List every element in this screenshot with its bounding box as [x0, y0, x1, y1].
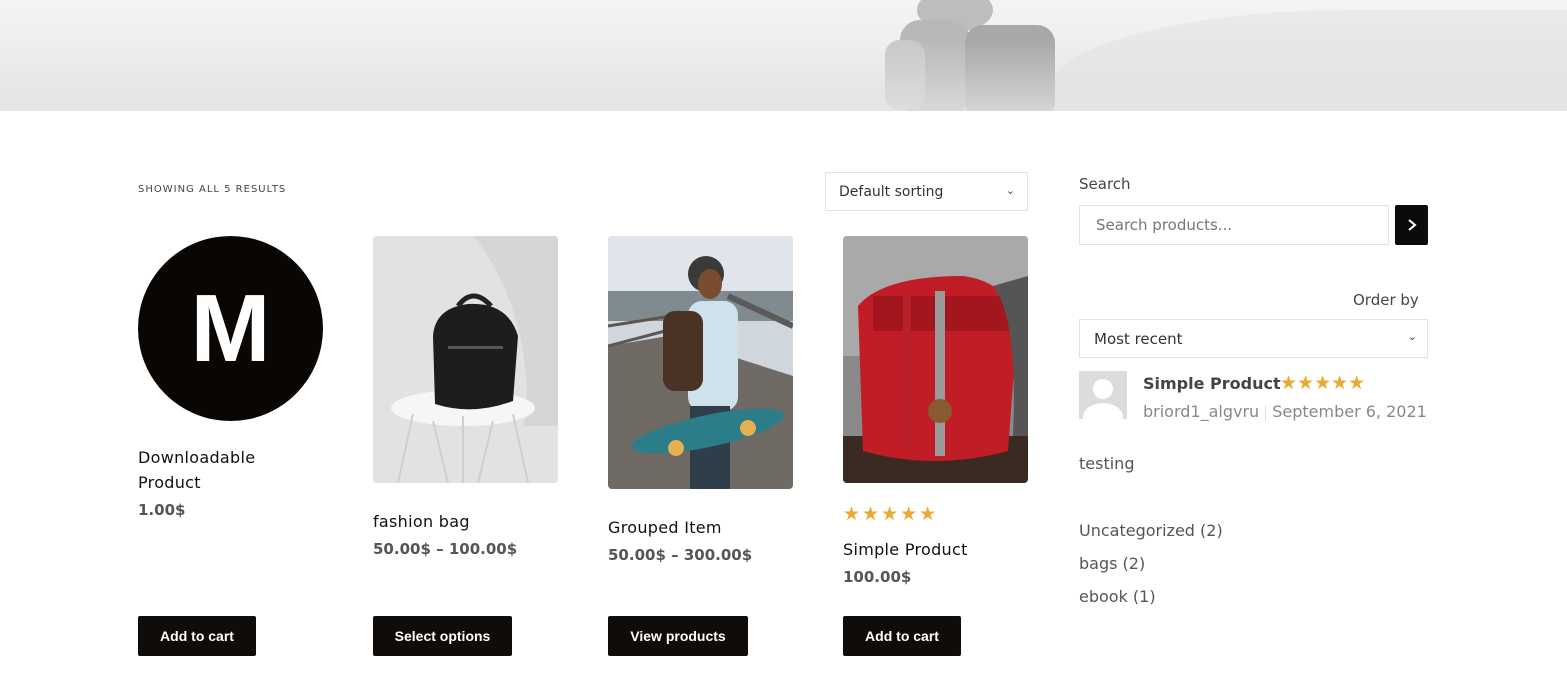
product-image-simple[interactable] [843, 236, 1028, 483]
search-button[interactable] [1395, 205, 1428, 245]
product-price: 50.00$ – 100.00$ [373, 540, 518, 558]
product-price: 100.00$ [843, 568, 912, 586]
product-image-backpack[interactable] [373, 236, 558, 483]
add-to-cart-button[interactable]: Add to cart [138, 616, 256, 656]
product-title[interactable]: Grouped Item [608, 515, 793, 540]
review-product-link[interactable]: Simple Product [1143, 374, 1281, 393]
review-author: briord1_algvru [1143, 402, 1260, 421]
user-placeholder-icon [1079, 371, 1127, 419]
category-item[interactable]: ebook (1) [1079, 587, 1223, 620]
add-to-cart-button[interactable]: Add to cart [843, 616, 961, 656]
product-image-grouped[interactable] [608, 236, 793, 489]
order-by-dropdown[interactable]: Most recent ⌄ [1079, 319, 1428, 358]
search-input[interactable] [1079, 205, 1389, 245]
product-card: fashion bag 50.00$ – 100.00$ [373, 236, 558, 558]
view-products-button[interactable]: View products [608, 616, 748, 656]
search-label: Search [1079, 175, 1131, 193]
category-item[interactable]: bags (2) [1079, 554, 1223, 587]
review-text: testing [1079, 454, 1135, 473]
product-title-line: Product [138, 473, 201, 492]
product-card: Grouped Item 50.00$ – 300.00$ [608, 236, 793, 564]
select-options-button[interactable]: Select options [373, 616, 512, 656]
logo-letter: M [190, 274, 271, 382]
hero-banner-image [0, 0, 1567, 111]
chevron-down-icon: ⌄ [1005, 184, 1015, 197]
meta-divider [1265, 404, 1267, 421]
sorting-selected: Default sorting [839, 183, 944, 200]
product-image-logo[interactable]: M [138, 236, 323, 421]
backpack-on-chair-icon [373, 236, 558, 483]
red-backpack-icon [843, 236, 1028, 483]
rating-stars: ★★★★★ [843, 503, 939, 525]
review-meta: briord1_algvru September 6, 2021 [1143, 402, 1427, 421]
product-price: 50.00$ – 300.00$ [608, 546, 753, 564]
results-count: SHOWING ALL 5 RESULTS [138, 184, 287, 195]
hero-fog [0, 40, 1567, 111]
product-title[interactable]: Downloadable Product [138, 445, 323, 495]
product-card: M Downloadable Product 1.00$ [138, 236, 323, 519]
sorting-dropdown[interactable]: Default sorting ⌄ [825, 172, 1028, 211]
product-title[interactable]: Simple Product [843, 537, 1028, 562]
order-selected: Most recent [1094, 329, 1183, 348]
review-date: September 6, 2021 [1272, 402, 1427, 421]
product-title-line: Downloadable [138, 448, 256, 467]
avatar [1079, 371, 1127, 419]
category-list: Uncategorized (2) bags (2) ebook (1) [1079, 521, 1223, 620]
order-by-label: Order by [1353, 291, 1419, 309]
category-item[interactable]: Uncategorized (2) [1079, 521, 1223, 554]
product-price: 1.00$ [138, 501, 186, 519]
woman-with-skateboard-icon [608, 236, 793, 489]
product-title[interactable]: fashion bag [373, 509, 558, 534]
chevron-down-icon: ⌄ [1407, 330, 1417, 343]
product-card: ★★★★★ Simple Product 100.00$ [843, 236, 1028, 586]
chevron-right-icon [1407, 219, 1417, 231]
review-rating-stars: ★★★★★ [1280, 372, 1366, 394]
